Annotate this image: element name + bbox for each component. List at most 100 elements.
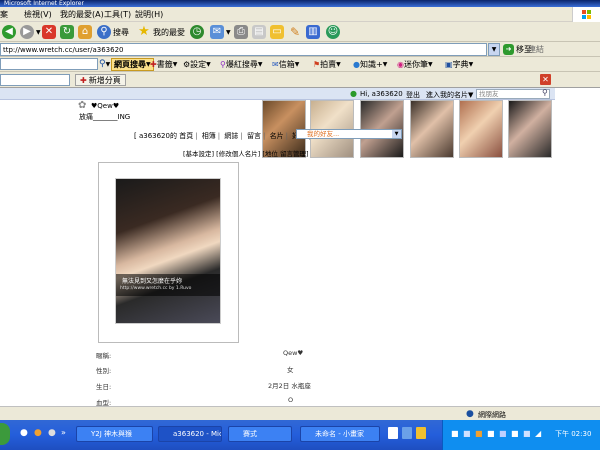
nav-album[interactable]: 相簿: [202, 132, 216, 140]
knowledge-button[interactable]: ● 知識+ ▼: [353, 58, 387, 71]
address-bar: ttp://www.wretch.cc/user/a363620 ▼ ➜ 移至 連…: [0, 42, 600, 57]
quicklaunch-icon-1[interactable]: ●: [20, 428, 28, 438]
taskbar-app-icon[interactable]: [402, 427, 412, 439]
flower-icon: ✿: [78, 100, 87, 111]
menu-bar: 案 檢視(V) 我的最愛(A) 工具(T) 說明(H): [0, 7, 600, 22]
knowledge-icon: ●: [353, 60, 360, 69]
yahoo-search-dropdown[interactable]: ⚲ ▼: [99, 58, 110, 71]
go-arrow-icon: ➜: [503, 44, 514, 55]
status-link[interactable]: [地位: [262, 150, 278, 158]
pen-button[interactable]: ✎: [288, 24, 304, 40]
tab-search-input[interactable]: [0, 74, 70, 86]
tray-icon-2[interactable]: ■: [463, 429, 471, 438]
task-y2j[interactable]: Y2J 神木與猴: [76, 426, 153, 442]
edit-button[interactable]: ▤: [252, 24, 268, 40]
info-value-nickname: Qew♥: [283, 349, 304, 357]
address-dropdown-button[interactable]: ▼: [488, 43, 500, 56]
find-friend-input[interactable]: 找朋友: [476, 89, 550, 99]
close-tab-icon[interactable]: ✕: [540, 74, 551, 85]
menu-help[interactable]: 說明(H): [135, 9, 163, 20]
refresh-icon: ↻: [60, 25, 74, 39]
volume-icon[interactable]: ◢: [535, 429, 541, 438]
mail-button[interactable]: ✉ ▼: [210, 24, 231, 40]
mini-pen-button[interactable]: ◉ 迷你筆 ▼: [397, 58, 433, 71]
tray-icon-4[interactable]: ■: [487, 429, 495, 438]
mail-button-yahoo[interactable]: ✉ 信箱 ▼: [272, 58, 299, 71]
taskbar-folder-icon[interactable]: [416, 427, 426, 439]
research-icon: ▥: [306, 25, 320, 39]
web-search-button[interactable]: 網頁搜尋 ▼: [111, 58, 154, 71]
nav-card[interactable]: 名片: [270, 132, 284, 140]
friend-select[interactable]: 我的好友...: [296, 129, 402, 139]
task-ie[interactable]: a363620 - Micr...: [158, 426, 222, 442]
auction-icon: ⚑: [313, 60, 321, 69]
basic-settings-link[interactable]: [基本設定]: [183, 150, 214, 158]
title-bar: Microsoft Internet Explorer: [0, 0, 600, 7]
address-input[interactable]: ttp://www.wretch.cc/user/a363620: [0, 43, 487, 56]
nav-blog[interactable]: 網誌: [224, 132, 238, 140]
main-profile-photo[interactable]: 無法見到又怎麼在乎妳 http://www.wretch.cc by 1.Ruv…: [115, 178, 221, 324]
home-icon: ⌂: [78, 25, 92, 39]
folder-button[interactable]: ▭: [270, 24, 286, 40]
quicklaunch-icon-3[interactable]: ●: [48, 428, 56, 438]
friend-select-arrow-icon[interactable]: ▼: [392, 130, 401, 138]
refresh-button[interactable]: ↻: [60, 24, 76, 40]
mini-pen-icon: ◉: [397, 60, 404, 69]
thumbnail-photo-6[interactable]: [508, 100, 552, 158]
tray-icon-1[interactable]: ■: [451, 429, 459, 438]
start-button[interactable]: [0, 423, 10, 445]
print-button[interactable]: ⎙: [234, 24, 250, 40]
settings-row: [基本設定] [修改個人名片] [地位 留言管理]: [183, 148, 308, 158]
stop-icon: ✕: [42, 25, 56, 39]
tray-icon-5[interactable]: ■: [499, 429, 507, 438]
research-button[interactable]: ▥: [306, 24, 322, 40]
quicklaunch-more-icon[interactable]: »: [61, 428, 66, 437]
nav-guestbook[interactable]: 留言: [247, 132, 261, 140]
my-card-link[interactable]: 進入我的名片▼: [426, 90, 473, 100]
back-button[interactable]: ◀: [2, 24, 18, 40]
history-button[interactable]: ◷: [190, 24, 206, 40]
menu-view[interactable]: 檢視(V): [24, 9, 52, 20]
tray-icon-6[interactable]: ■: [511, 429, 519, 438]
stop-button[interactable]: ✕: [42, 24, 58, 40]
settings-button[interactable]: ⚙ 設定 ▼: [183, 58, 211, 71]
task-folder[interactable]: 賽式: [228, 426, 292, 442]
guestbook-manage-link[interactable]: 留言管理]: [280, 150, 309, 158]
auction-button[interactable]: ⚑ 拍賣 ▼: [313, 58, 341, 71]
menu-file[interactable]: 案: [0, 9, 8, 20]
task-paint[interactable]: 未命名 - 小畫家: [300, 426, 380, 442]
messenger-button[interactable]: ☺: [326, 24, 342, 40]
profile-nav: [ a363620的 首頁| 相簿| 網誌| 留言| 名片| 好友| 影: [134, 131, 322, 141]
print-icon: ⎙: [234, 25, 248, 39]
thumbnail-photo-5[interactable]: [459, 100, 503, 158]
photo-caption-1: 無法見到又怎麼在乎妳: [122, 278, 183, 285]
taskbar-doc-icon[interactable]: [388, 427, 398, 439]
hot-search-button[interactable]: ⚲ 爆紅搜尋 ▼: [220, 58, 262, 71]
menu-favorites[interactable]: 我的最愛(A): [60, 9, 104, 20]
logout-link[interactable]: 登出: [406, 90, 420, 100]
star-icon: ★: [138, 24, 150, 39]
find-friend-search-icon[interactable]: ⚲: [542, 88, 548, 97]
dictionary-button[interactable]: ▣ 字典 ▼: [445, 58, 473, 71]
links-label[interactable]: 連結: [528, 44, 544, 55]
window-title: Microsoft Internet Explorer: [4, 0, 84, 7]
tray-icon-7[interactable]: ■: [523, 429, 531, 438]
tray-icon-3[interactable]: ■: [475, 429, 483, 438]
clock[interactable]: 下午 02:30: [555, 429, 591, 439]
home-button[interactable]: ⌂: [78, 24, 94, 40]
bookmarks-button[interactable]: ✚ 書籤 ▼: [150, 58, 177, 71]
search-button[interactable]: ⚲ 搜尋: [97, 24, 129, 40]
quicklaunch-icon-2[interactable]: ●: [34, 428, 42, 438]
nav-home[interactable]: 首頁: [179, 132, 193, 140]
menu-tools[interactable]: 工具(T): [104, 9, 131, 20]
favorites-button[interactable]: ★ 我的最愛: [137, 24, 185, 40]
forward-button[interactable]: ▶ ▼: [20, 24, 41, 40]
yahoo-toolbar: ⚲ ▼ 網頁搜尋 ▼ ✚ 書籤 ▼ ⚙ 設定 ▼ ⚲ 爆紅搜尋 ▼ ✉ 信箱 ▼ ⚑ 拍賣 ▼ ● 知識+…: [0, 57, 600, 72]
zone-label: 網際網路: [478, 411, 506, 419]
new-tab-button[interactable]: ✚ 新增分頁: [75, 74, 126, 86]
edit-card-link[interactable]: [修改個人名片]: [216, 150, 260, 158]
thumbnail-photo-4[interactable]: [410, 100, 454, 158]
info-value-gender: 女: [287, 366, 294, 374]
magnifier-icon: ⚲: [99, 59, 106, 69]
yahoo-search-input[interactable]: [0, 58, 98, 70]
